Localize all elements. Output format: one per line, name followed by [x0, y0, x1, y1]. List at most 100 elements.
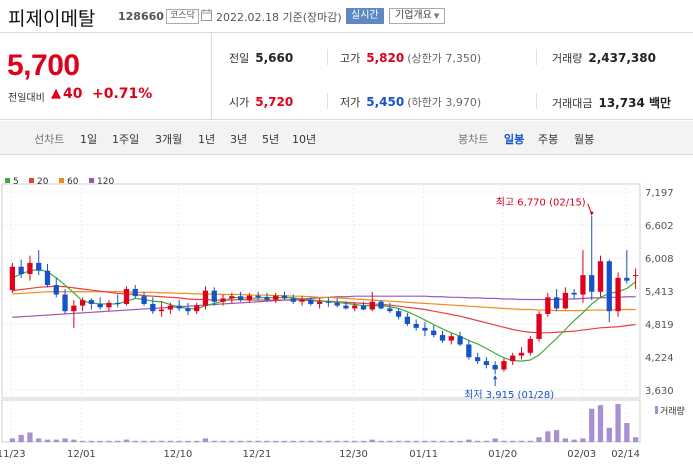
company-info-dropdown[interactable]: 기업개요 ▼: [389, 8, 446, 24]
tab-1-day[interactable]: 1일: [80, 131, 97, 147]
volume-bar: [202, 438, 209, 442]
candle-body: [44, 270, 51, 286]
chevron-down-icon: ▼: [433, 12, 440, 20]
low-annotation: 최저 3,915 (01/28): [464, 389, 554, 401]
candle-body: [290, 298, 296, 302]
candle-body: [439, 335, 446, 341]
candle-body: [220, 298, 226, 302]
volume-bar: [316, 440, 323, 442]
prev-close-cell: 전일 5,660: [229, 50, 293, 66]
candle-body: [395, 311, 402, 317]
low-cell: 저가 5,450 (하한가 3,970): [340, 94, 481, 110]
calendar-icon: [201, 9, 212, 21]
volume-bar: [115, 440, 121, 442]
tab-monthly[interactable]: 월봉: [574, 131, 594, 147]
x-tick-label: 11/23: [0, 449, 26, 460]
candle-body: [115, 302, 121, 304]
quote-panel: 5,700 전일대비 ▲ 40 +0.71% 전일 5,660 고가 5,820 (상…: [0, 33, 693, 120]
divider: [327, 49, 328, 65]
volume-bar: [167, 440, 174, 442]
volume-bar: [194, 440, 200, 442]
volume-bar: [395, 440, 402, 442]
realtime-button[interactable]: 실시간: [346, 8, 384, 24]
candle-body: [176, 305, 182, 309]
candle-body: [167, 305, 174, 310]
candle-body: [501, 361, 507, 370]
candle-body: [571, 292, 577, 295]
change-label: 전일대비: [8, 93, 45, 104]
candle-body: [518, 352, 525, 356]
high-value: 5,820: [366, 51, 405, 65]
y-tick-label: 7,197: [645, 188, 674, 199]
volume-bar: [185, 440, 191, 442]
volume-bar: [308, 440, 314, 442]
tab-1-year[interactable]: 1년: [198, 131, 215, 147]
divider: [536, 93, 537, 109]
candle-body: [589, 275, 595, 292]
tab-1-week[interactable]: 1주일: [112, 131, 139, 147]
candle-body: [580, 275, 586, 295]
candle-body: [71, 305, 77, 312]
high-label: 고가: [340, 52, 361, 65]
change-percent: +0.71%: [92, 86, 153, 102]
x-tick-label: 01/20: [488, 449, 517, 460]
ma5-line: [12, 268, 636, 362]
candle-body: [246, 295, 253, 301]
open-label: 시가: [229, 96, 250, 109]
candle-body: [431, 330, 437, 336]
amount-value: 13,734 백만: [598, 96, 672, 110]
candle-body: [378, 301, 384, 309]
candle-body: [237, 296, 244, 301]
tab-5-year[interactable]: 5년: [262, 131, 279, 147]
candle-body: [97, 303, 103, 308]
volume-bar: [106, 440, 112, 442]
candle-body: [158, 309, 165, 312]
tab-3-year[interactable]: 3년: [230, 131, 247, 147]
candle-body: [132, 288, 138, 297]
tab-3-month[interactable]: 3개월: [155, 131, 182, 147]
open-value: 5,720: [255, 95, 294, 109]
volume-bar: [387, 440, 393, 442]
candle-body: [308, 299, 314, 304]
legend-swatch: [89, 178, 94, 183]
low-arrow-head-icon: [493, 375, 498, 380]
open-cell: 시가 5,720: [229, 94, 293, 110]
volume-bar: [334, 440, 340, 442]
volume-legend-label: 거래량: [660, 405, 685, 417]
candle-body: [387, 308, 393, 312]
chart-tab-bar: 선차트 1일 1주일 3개월 1년 3년 5년 10년 봉차트 일봉 주봉 월봉: [0, 121, 693, 155]
volume-bar: [562, 438, 569, 442]
candle-body: [202, 290, 209, 306]
candlestick-chart: 7,197 6,602 6,008 5,413 4,819 4,224 3,630 11/23…: [0, 177, 685, 460]
y-tick-label: 6,602: [645, 221, 674, 232]
candle-body: [527, 338, 533, 353]
legend-swatch: [5, 178, 10, 183]
volume-bar: [53, 439, 59, 442]
candle-body: [413, 323, 419, 328]
candle-body: [606, 261, 612, 312]
x-tick-label: 12/10: [164, 449, 193, 460]
candle-body: [106, 302, 112, 308]
x-tick-label: 12/21: [243, 449, 272, 460]
volume-bar: [571, 439, 577, 442]
candle-body: [404, 316, 411, 324]
volume-bar: [273, 440, 279, 442]
prev-close-value: 5,660: [255, 51, 294, 65]
volume-bar: [553, 430, 560, 442]
candle-chart-label: 봉차트: [458, 133, 489, 146]
divider: [536, 49, 537, 65]
volume-bar: [325, 440, 332, 442]
candle-body: [343, 305, 349, 309]
tab-10-year[interactable]: 10년: [292, 131, 316, 147]
volume-bar: [62, 438, 68, 442]
volume-bar: [589, 408, 595, 442]
tab-weekly[interactable]: 주봉: [538, 131, 558, 147]
volume-bar: [510, 440, 516, 442]
amount-cell: 거래대금 13,734 백만: [552, 94, 671, 111]
tab-daily[interactable]: 일봉: [504, 131, 524, 147]
candle-body: [281, 295, 288, 299]
legend-label: 60: [67, 177, 79, 187]
candle-body: [492, 365, 498, 370]
volume-bar: [474, 440, 481, 442]
y-tick-label: 3,630: [645, 386, 674, 397]
